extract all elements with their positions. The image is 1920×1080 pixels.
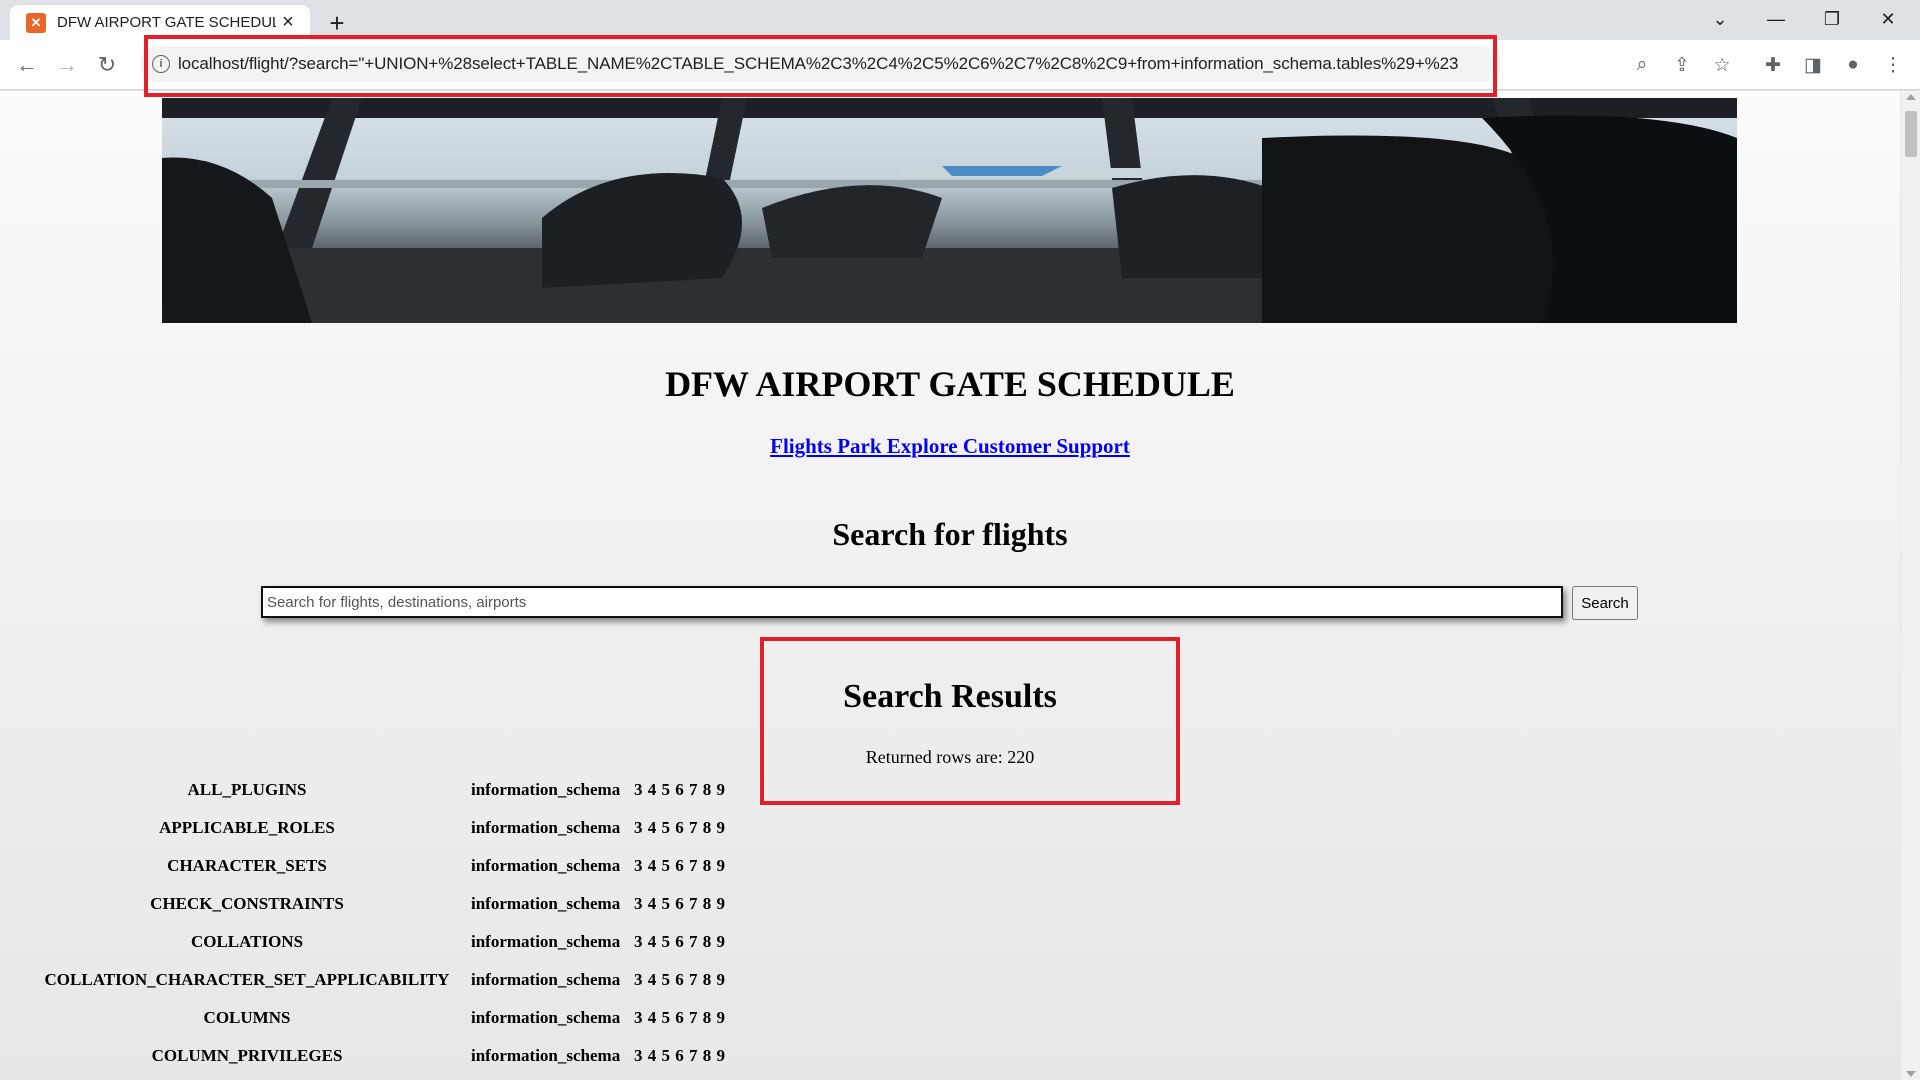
table-name-cell: COLUMN_PRIVILEGES	[151, 1046, 343, 1065]
schema-cell: information_schema	[471, 818, 621, 837]
page-title: DFW AIRPORT GATE SCHEDULE	[665, 364, 1235, 404]
schema-cell: information_schema	[471, 1008, 621, 1027]
results-heading: Search Results	[843, 678, 1057, 715]
share-icon[interactable]: ⇪	[1669, 52, 1695, 78]
schema-cell: information_schema	[471, 1046, 621, 1065]
table-name-cell: APPLICABLE_ROLES	[159, 818, 335, 837]
table-name-cell: ALL_PLUGINS	[187, 780, 307, 799]
address-bar[interactable]: i localhost/flight/?search="+UNION+%28se…	[140, 46, 1500, 82]
profile-avatar-icon[interactable]: ●	[1840, 52, 1866, 78]
browser-tab[interactable]: ✕ DFW AIRPORT GATE SCHEDULE ×	[10, 5, 310, 40]
table-name-cell: COLUMNS	[203, 1008, 291, 1027]
bookmark-star-icon[interactable]: ☆	[1709, 52, 1735, 78]
columns-cell: 3 4 5 6 7 8 9	[634, 932, 725, 951]
new-tab-button[interactable]: +	[322, 8, 352, 38]
columns-cell: 3 4 5 6 7 8 9	[634, 856, 725, 875]
site-info-icon[interactable]: i	[152, 55, 170, 73]
schema-cell: information_schema	[471, 894, 621, 913]
results-table: ALL_PLUGINS information_schema 3 4 5 6 7…	[25, 771, 725, 1075]
table-row: CHARACTER_SETS information_schema 3 4 5 …	[25, 847, 725, 885]
schema-cell: information_schema	[471, 780, 621, 799]
columns-cell: 3 4 5 6 7 8 9	[634, 818, 725, 837]
tab-title: DFW AIRPORT GATE SCHEDULE	[57, 14, 276, 31]
tab-strip: ✕ DFW AIRPORT GATE SCHEDULE × + ⌄ — ❐ ✕	[0, 0, 1920, 40]
columns-cell: 3 4 5 6 7 8 9	[634, 970, 725, 989]
scroll-up-arrow-icon[interactable]	[1906, 94, 1916, 100]
search-input[interactable]	[261, 586, 1563, 618]
back-arrow-icon[interactable]: ←	[11, 49, 43, 81]
search-heading: Search for flights	[832, 516, 1068, 552]
columns-cell: 3 4 5 6 7 8 9	[634, 1046, 725, 1065]
xampp-icon: ✕	[26, 12, 46, 33]
table-name-cell: COLLATIONS	[190, 932, 304, 951]
scrollbar-thumb[interactable]	[1905, 111, 1917, 157]
results-highlight-box	[760, 637, 1180, 805]
scroll-down-arrow-icon[interactable]	[1906, 1071, 1916, 1077]
forward-arrow-icon[interactable]: →	[51, 49, 83, 81]
table-row: COLLATIONS information_schema 3 4 5 6 7 …	[25, 923, 725, 961]
airport-lounge-banner	[162, 98, 1737, 323]
columns-cell: 3 4 5 6 7 8 9	[634, 780, 725, 799]
vertical-scrollbar[interactable]	[1900, 91, 1920, 1080]
rows-returned-text: Returned rows are: 220	[865, 747, 1035, 767]
reload-icon[interactable]: ↻	[91, 49, 123, 81]
schema-cell: information_schema	[471, 856, 621, 875]
close-window-button[interactable]: ✕	[1860, 0, 1916, 38]
table-row: COLUMNS information_schema 3 4 5 6 7 8 9	[25, 999, 725, 1037]
table-row: ALL_PLUGINS information_schema 3 4 5 6 7…	[25, 771, 725, 809]
table-row: COLLATION_CHARACTER_SET_APPLICABILITY in…	[25, 961, 725, 999]
table-name-cell: COLLATION_CHARACTER_SET_APPLICABILITY	[44, 970, 450, 989]
menu-kebab-icon[interactable]: ⋮	[1880, 52, 1906, 78]
columns-cell: 3 4 5 6 7 8 9	[634, 1008, 725, 1027]
close-tab-icon[interactable]: ×	[276, 11, 300, 35]
table-row: APPLICABLE_ROLES information_schema 3 4 …	[25, 809, 725, 847]
url-text[interactable]: localhost/flight/?search="+UNION+%28sele…	[178, 54, 1458, 74]
table-row: COLUMN_PRIVILEGES information_schema 3 4…	[25, 1037, 725, 1075]
minimize-button[interactable]: —	[1748, 0, 1804, 38]
table-row: CHECK_CONSTRAINTS information_schema 3 4…	[25, 885, 725, 923]
restore-button[interactable]: ❐	[1804, 0, 1860, 38]
tab-search-icon[interactable]: ⌄	[1692, 0, 1748, 38]
columns-cell: 3 4 5 6 7 8 9	[634, 894, 725, 913]
schema-cell: information_schema	[471, 932, 621, 951]
browser-toolbar: ← → ↻ i localhost/flight/?search="+UNION…	[0, 40, 1920, 90]
table-name-cell: CHARACTER_SETS	[167, 856, 327, 875]
side-panel-icon[interactable]: ◨	[1800, 52, 1826, 78]
nav-link[interactable]: Flights Park Explore Customer Support	[770, 434, 1130, 458]
nav-links: Flights Park Explore Customer Support	[0, 434, 1900, 459]
zoom-icon[interactable]: ⌕	[1629, 52, 1655, 78]
table-name-cell: CHECK_CONSTRAINTS	[150, 894, 344, 913]
page-viewport: DFW AIRPORT GATE SCHEDULE Flights Park E…	[0, 91, 1900, 1080]
search-button[interactable]: Search	[1572, 586, 1638, 620]
schema-cell: information_schema	[471, 970, 621, 989]
extensions-icon[interactable]: ✚	[1760, 52, 1786, 78]
